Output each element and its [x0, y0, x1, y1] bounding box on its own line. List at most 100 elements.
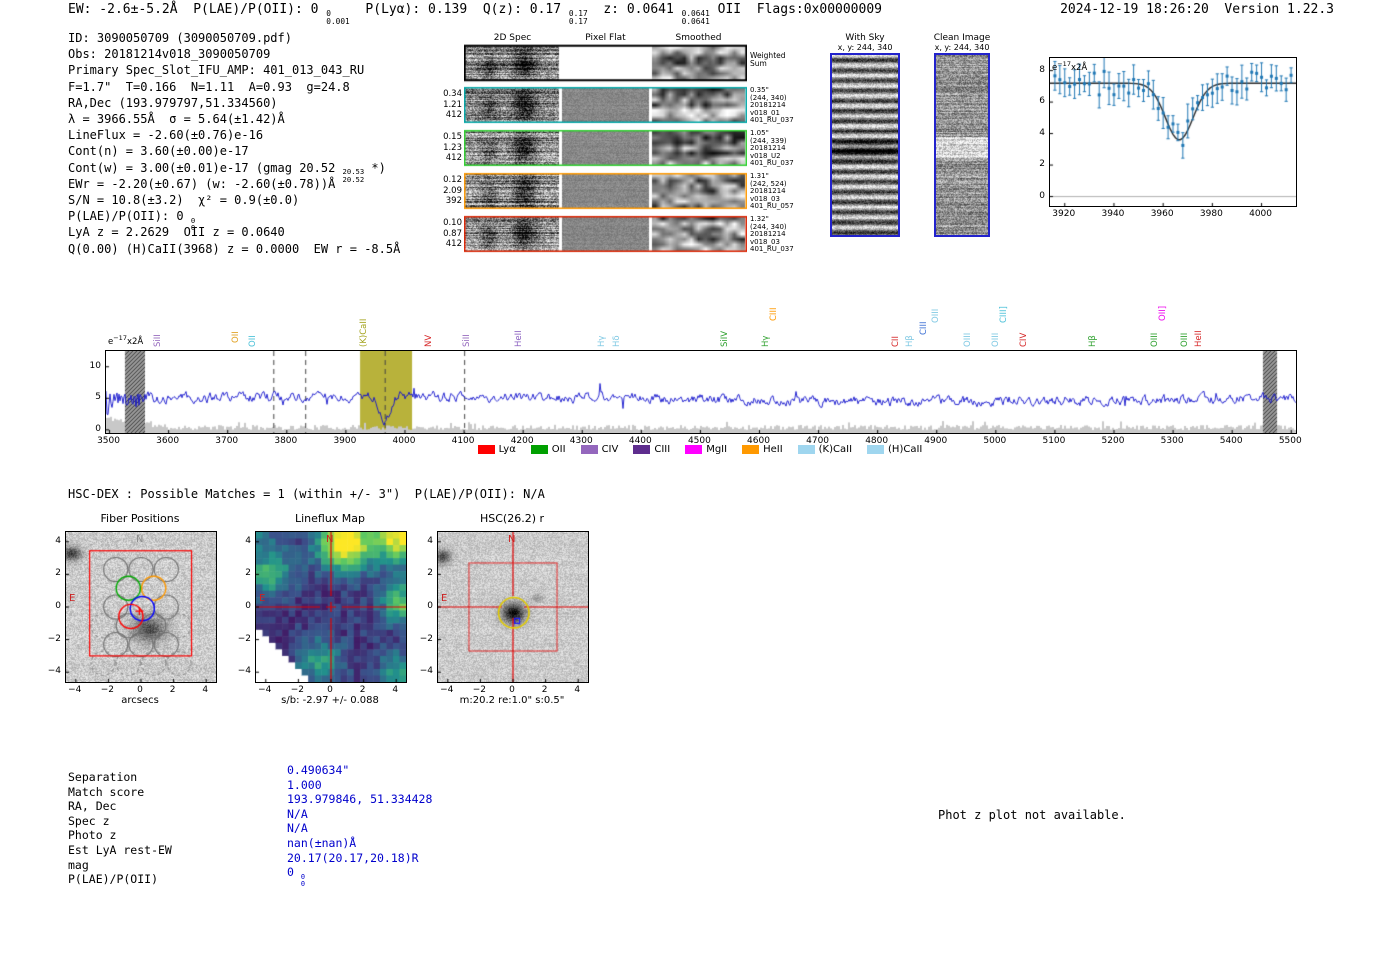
match-table-row: RA, Dec 193.979846, 51.334428	[68, 792, 432, 814]
match-table-value: 0.490634"	[287, 763, 350, 777]
info-line: Cont(n) = 3.60(±0.00)e-17	[68, 144, 249, 158]
spectral-line-label: OIII	[1149, 332, 1160, 347]
axis-tick-label: 4300	[569, 436, 593, 446]
spectral-line-label: SiII	[153, 334, 164, 347]
withsky-cutout-canvas	[830, 53, 900, 237]
legend-swatch	[477, 445, 495, 454]
match-table-row: Match score 1.000	[68, 778, 322, 799]
text-run: Obs: 20181214v018_3090050709	[68, 47, 271, 62]
spectral-line-label: CIII	[919, 321, 930, 335]
spectral-line-label: Hγ	[761, 335, 772, 347]
spectral-line-label: CIII	[769, 307, 780, 321]
axis-tick-label: 0	[1039, 190, 1045, 201]
axis-tick-label: 2	[1039, 159, 1045, 170]
match-table-value: 20.17(20.17,20.18)R	[287, 850, 419, 865]
axis-tick-label: 4400	[628, 436, 652, 446]
text-run: z: 0.0641	[587, 2, 682, 17]
elixer-detection-report: EW: -2.6±-5.2Å P(LAE)/P(OII): 0 0 0.001 P…	[0, 0, 1400, 953]
axis-tick-label: 3500	[97, 436, 120, 446]
spectrum-units-rest: x2Å	[126, 336, 144, 347]
info-line: S/N = 10.8(±3.2) χ² = 0.9(±0.0)	[68, 193, 299, 207]
axis-tick-label: 4000	[1249, 209, 1272, 219]
axis-tick-label: 3700	[215, 436, 239, 446]
match-table-value: 1.000	[287, 777, 322, 792]
match-table-value: nan(±nan)Å	[287, 836, 357, 850]
match-table-label: Spec z	[68, 813, 110, 828]
axis-tick-label: −4	[419, 666, 433, 677]
axis-tick-label: 2	[245, 568, 251, 579]
stack-bottom: 0.0641	[681, 17, 710, 27]
axis-tick-label: 5300	[1160, 436, 1184, 446]
spectral-line-label: SiIV	[719, 330, 730, 347]
match-table-label: P(LAE)/P(OII)	[68, 872, 159, 887]
axis-tick-label: −2	[419, 633, 433, 644]
axis-tick-label: 4900	[924, 436, 948, 446]
text-run: S/N = 10.8(±3.2) χ² = 0.9(±0.0)	[68, 193, 300, 207]
match-table-label: Match score	[68, 784, 145, 799]
spec2d-col-title-2dspec: 2D Spec	[493, 33, 532, 43]
axis-tick-label: 4	[392, 685, 399, 695]
axis-tick-label: −4	[47, 666, 61, 677]
header-summary-line: EW: -2.6±-5.2Å P(LAE)/P(OII): 0 0 0.001 P…	[68, 2, 882, 27]
axis-tick-label: 2	[55, 568, 61, 579]
info-line: EWr = -2.20(±0.67) (w: -2.60(±0.78))Å	[68, 177, 335, 191]
spectral-line-label: OIII	[930, 308, 941, 323]
spec2d-row-weights: 0.10 0.87 412	[443, 218, 462, 250]
info-line: LineFlux = -2.60(±0.76)e-16	[68, 128, 263, 142]
axis-tick-label: 0	[427, 601, 433, 611]
fiber-positions-xlabel: arcsecs	[121, 695, 159, 706]
spectral-line-label: CIV	[1018, 332, 1029, 347]
hsc-dex-match-line: HSC-DEX : Possible Matches = 1 (within +…	[68, 487, 545, 501]
stacked-value: 0.0641 0.0641	[681, 9, 710, 27]
axis-tick-label: 4	[55, 535, 61, 546]
spectral-line-label: Hγ	[597, 335, 608, 347]
line-fit-inset-canvas	[1049, 57, 1297, 207]
hsc-cutout-title: HSC(26.2) r	[479, 512, 545, 525]
lineflux-map-title: Lineflux Map	[294, 512, 366, 525]
text-run: ID: 3090050709 (3090050709.pdf)	[68, 31, 292, 45]
match-table-label: Separation	[68, 770, 138, 784]
match-table-label: RA, Dec	[68, 799, 117, 814]
match-table-row: Photo z N/A	[68, 821, 308, 842]
axis-tick-label: 5400	[1219, 436, 1243, 446]
compass-east-label: E	[69, 593, 76, 604]
spectral-line-label: OII]	[1158, 305, 1169, 321]
stack-bottom: 20.52	[342, 174, 365, 184]
legend-label: CIV	[601, 444, 619, 455]
compass-north-label: N	[508, 534, 516, 545]
axis-tick-label: 3600	[156, 436, 180, 446]
axis-tick-label: 3980	[1199, 209, 1223, 219]
axis-tick-label: 5000	[983, 436, 1007, 446]
axis-tick-label: 4500	[687, 436, 711, 446]
match-table-row: P(LAE)/P(OII) 0 00	[68, 865, 305, 895]
spectral-line-label: Hβ	[1088, 335, 1099, 347]
spec2d-row-weights: 0.15 1.23 412	[443, 132, 462, 164]
compass-north-label: N	[136, 534, 144, 545]
text-run: EW: -2.6±-5.2Å P(LAE)/P(OII): 0	[68, 2, 327, 17]
spectral-line-label: CIII]	[998, 306, 1009, 323]
fiber-positions-canvas	[65, 531, 217, 683]
compass-north-label: N	[326, 534, 334, 545]
cleanimage-cutout-canvas	[934, 53, 990, 237]
info-line: F=1.7" T=0.166 N=1.11 A=0.93 g=24.8	[68, 80, 350, 94]
match-table-value: N/A	[287, 821, 308, 836]
info-line: Obs: 20181214v018_3090050709	[68, 47, 270, 61]
axis-tick-label: 5100	[1042, 436, 1066, 446]
axis-tick-label: 4	[245, 535, 251, 546]
spectral-line-label: CII	[890, 336, 901, 347]
spectrum-units-exp: −17	[113, 334, 127, 342]
spectral-line-label: NV	[423, 334, 434, 347]
text-run: Primary Spec_Slot_IFU_AMP: 401_013_043_R…	[68, 63, 365, 78]
axis-tick-label: 5200	[1101, 436, 1125, 446]
axis-tick-label: 3940	[1101, 209, 1125, 219]
spec2d-row-label: 0.35" (244, 340) 20181214 v018_01 401_RU…	[750, 86, 794, 125]
weighted-sum-label: Weighted Sum	[750, 51, 786, 68]
spectrum-units-annotation: e−17x2Å	[108, 334, 143, 347]
legend-swatch	[685, 445, 703, 454]
match-table-value: 0 00	[287, 865, 306, 889]
axis-tick-label: 4000	[392, 436, 416, 446]
withsky-coords: x, y: 244, 340	[837, 43, 893, 52]
text-run: RA,Dec (193.979797,51.334560)	[68, 95, 278, 110]
axis-tick-label: 2	[427, 568, 433, 579]
spec2d-col-title-pixelflat: Pixel Flat	[585, 33, 626, 43]
